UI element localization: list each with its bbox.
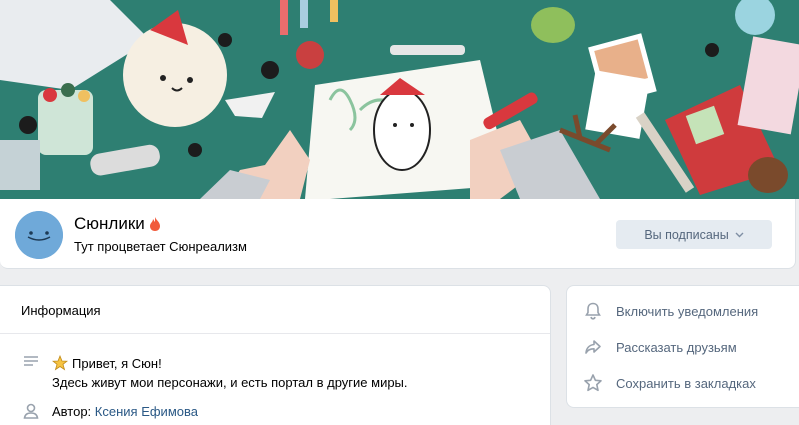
description-greeting: Привет, я Сюн! (52, 355, 162, 371)
subscribed-label: Вы подписаны (644, 227, 729, 242)
bell-icon (585, 302, 601, 320)
user-icon (23, 403, 39, 419)
info-title: Информация (21, 303, 101, 318)
author-label: Автор: (52, 404, 92, 419)
description-text: Здесь живут мои персонажи, и есть портал… (52, 375, 408, 390)
author-link[interactable]: Ксения Ефимова (95, 404, 198, 419)
enable-notifications-button[interactable]: Включить уведомления (583, 301, 758, 321)
star-emoji-icon (52, 355, 68, 371)
group-avatar[interactable] (15, 211, 63, 259)
bookmark-button[interactable]: Сохранить в закладках (583, 373, 756, 393)
group-title: Сюнлики (74, 214, 160, 234)
share-button[interactable]: Рассказать друзьям (583, 337, 737, 357)
star-icon (584, 374, 602, 392)
greeting-text: Привет, я Сюн! (72, 355, 162, 371)
divider (0, 333, 550, 334)
action-label: Включить уведомления (616, 303, 759, 319)
group-header: Сюнлики Тут процветает Сюнреализм Вы под… (0, 199, 796, 269)
action-label: Рассказать друзьям (616, 339, 737, 355)
chevron-down-icon (735, 232, 744, 237)
cover-image (0, 0, 799, 199)
group-name-text: Сюнлики (74, 214, 145, 233)
action-label: Сохранить в закладках (616, 375, 756, 391)
description-icon (24, 356, 38, 366)
author-row: Автор: Ксения Ефимова (52, 404, 198, 419)
group-status: Тут процветает Сюнреализм (74, 239, 247, 254)
subscribed-button[interactable]: Вы подписаны (616, 220, 772, 249)
share-icon (585, 340, 601, 354)
actions-block: Включить уведомления Рассказать друзьям … (566, 285, 799, 408)
fire-icon (149, 217, 160, 231)
info-block: Информация Привет, я Сюн! Здесь живут мо… (0, 285, 551, 425)
